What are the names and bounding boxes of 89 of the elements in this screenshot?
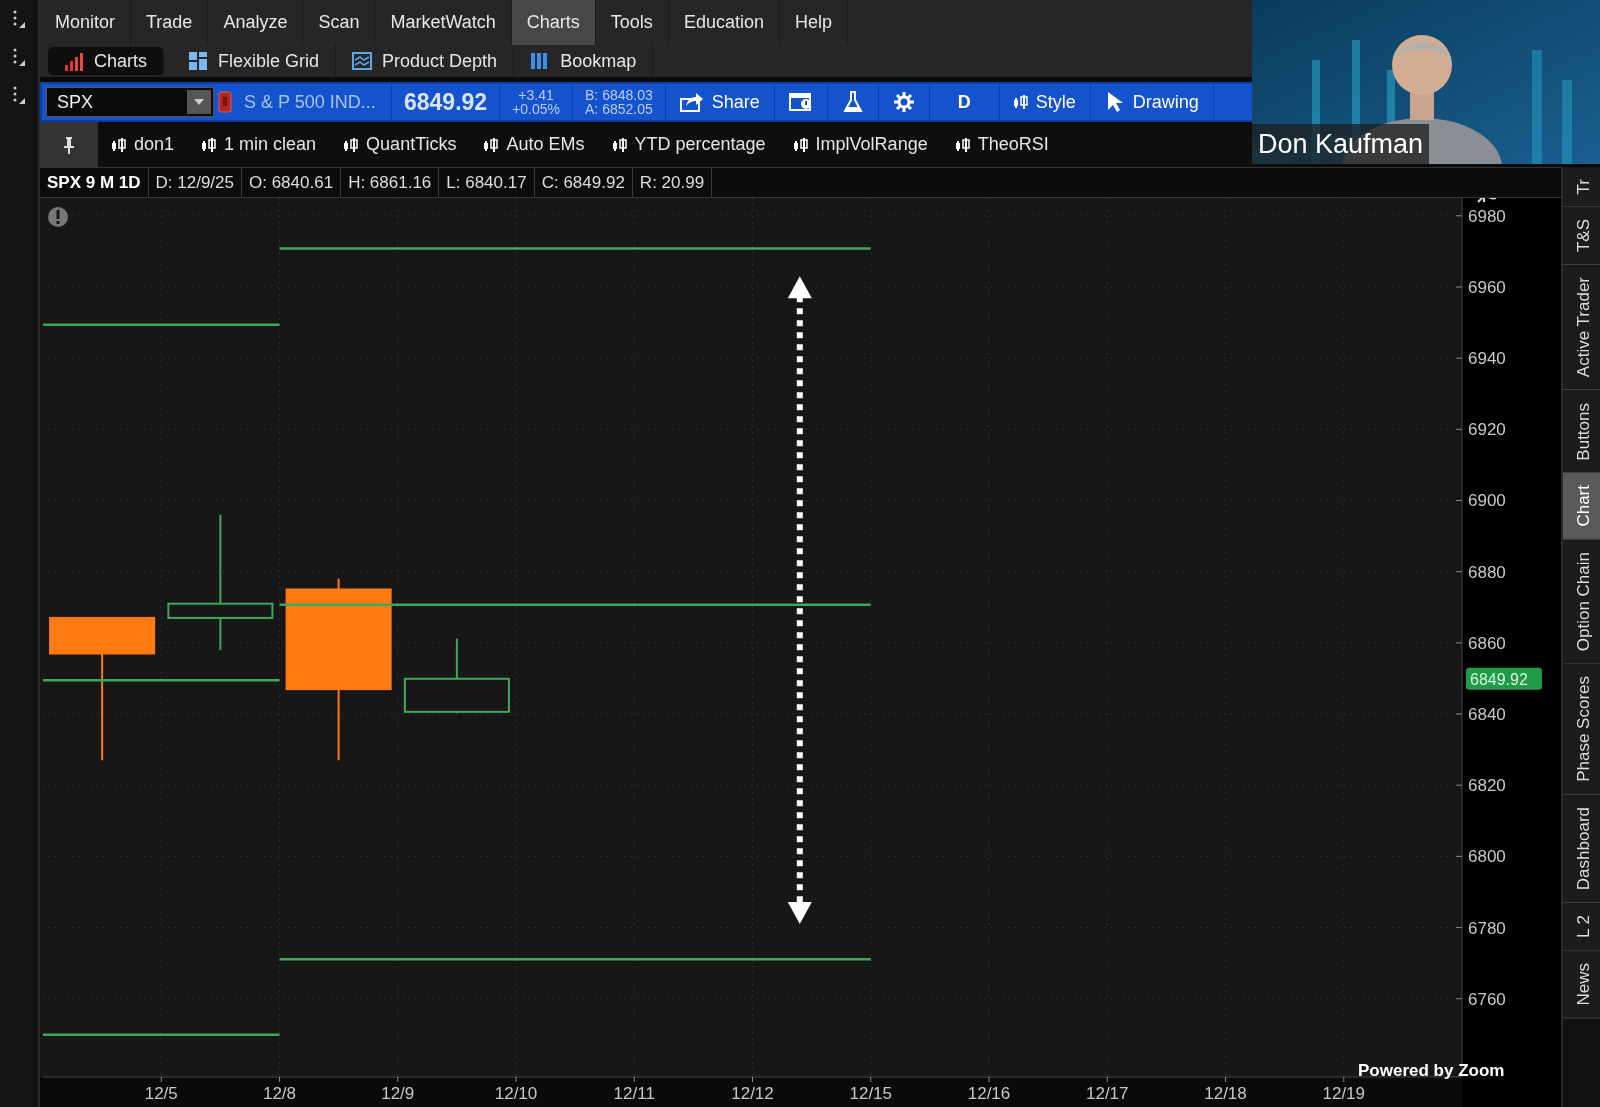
date-label: 12/17 bbox=[1086, 1084, 1129, 1103]
bid-ask-quote: B: 6848.03 bbox=[585, 88, 653, 102]
symbol-description: S & P 500 IND... bbox=[244, 90, 376, 114]
date-label: 12/10 bbox=[494, 1084, 538, 1103]
toolbar-button[interactable]: Share bbox=[665, 84, 775, 120]
side-tab[interactable]: Phase Scores bbox=[1563, 664, 1600, 795]
candlestick-icon bbox=[1013, 94, 1028, 110]
side-tab[interactable]: Active Trader bbox=[1563, 265, 1600, 391]
candlestick-icon bbox=[955, 136, 970, 153]
toolbar-button[interactable]: D bbox=[929, 84, 1000, 120]
study-button[interactable]: YTD percentage bbox=[598, 131, 780, 158]
zoom-caption: Powered by Zoom bbox=[1358, 1060, 1505, 1082]
price-label: 6900 bbox=[1468, 491, 1506, 511]
date-label: 12/15 bbox=[849, 1084, 892, 1103]
price-change: +3.41 bbox=[518, 88, 554, 102]
caret-icon bbox=[193, 97, 205, 107]
study-button[interactable]: don1 bbox=[98, 131, 189, 158]
info-icon[interactable] bbox=[48, 207, 68, 227]
flask-icon bbox=[841, 91, 864, 113]
symbol-field[interactable]: SPX bbox=[46, 87, 214, 117]
toolbar-button[interactable]: Style bbox=[999, 84, 1091, 120]
price-label: 6960 bbox=[1468, 277, 1506, 297]
grip-icon bbox=[11, 46, 27, 68]
depth-chart-icon bbox=[352, 51, 373, 71]
price-label: 6780 bbox=[1468, 918, 1506, 938]
bar-chart-icon bbox=[64, 51, 84, 71]
price-label: 6800 bbox=[1468, 847, 1506, 867]
date-label: 12/12 bbox=[731, 1084, 774, 1103]
candlestick-icon bbox=[612, 136, 627, 153]
date-label: 12/19 bbox=[1322, 1084, 1365, 1103]
settings-icon bbox=[892, 91, 915, 113]
date-label: 12/9 bbox=[381, 1084, 415, 1103]
grip-icon bbox=[11, 8, 27, 30]
calendar-alert-icon bbox=[788, 91, 813, 113]
price-label: 6760 bbox=[1468, 989, 1506, 1009]
toolbar-button[interactable]: Drawing bbox=[1090, 84, 1214, 120]
ohlc-field: L: 6840.17 bbox=[439, 168, 535, 197]
pin-button[interactable] bbox=[40, 122, 98, 167]
ohlc-field: C: 6849.92 bbox=[534, 168, 633, 197]
side-tab[interactable]: Tr bbox=[1563, 167, 1600, 208]
study-button[interactable]: 1 min clean bbox=[188, 131, 331, 158]
price-label: 6860 bbox=[1468, 633, 1506, 653]
price-badge: 6849.92 bbox=[1466, 667, 1542, 690]
candlestick-icon bbox=[484, 136, 499, 153]
date-label: 12/8 bbox=[262, 1084, 297, 1103]
study-button[interactable]: ImplVolRange bbox=[779, 131, 942, 158]
participant-name: Don Kaufman bbox=[1252, 123, 1430, 164]
side-tab[interactable]: News bbox=[1563, 951, 1600, 1019]
date-label: 12/5 bbox=[144, 1084, 178, 1103]
price-label: 6940 bbox=[1468, 349, 1506, 369]
side-tab[interactable]: Chart bbox=[1563, 473, 1600, 540]
candlestick-icon bbox=[793, 136, 808, 153]
grip-icon bbox=[11, 84, 27, 106]
pin-icon bbox=[63, 136, 75, 155]
app-tab[interactable]: Bookmap bbox=[514, 45, 654, 77]
price-label: 6840 bbox=[1468, 705, 1506, 724]
date-label: 12/18 bbox=[1204, 1084, 1247, 1103]
price-change: +0.05% bbox=[512, 102, 560, 116]
study-button[interactable]: TheoRSI bbox=[941, 131, 1063, 158]
share-icon bbox=[679, 91, 704, 113]
app-tab[interactable]: Charts bbox=[48, 47, 164, 75]
last-price: 6849.92 bbox=[404, 87, 488, 117]
price-label: 6920 bbox=[1468, 420, 1506, 440]
link-icon bbox=[218, 91, 232, 113]
candlestick-icon bbox=[202, 136, 217, 153]
side-tab[interactable]: Option Chain bbox=[1563, 539, 1600, 665]
menu-tab[interactable]: Charts bbox=[511, 0, 596, 45]
price-label: 6980 bbox=[1468, 206, 1506, 226]
candlestick-icon bbox=[344, 136, 359, 153]
ohlc-field: R: 20.99 bbox=[632, 168, 713, 197]
side-tab[interactable]: T&S bbox=[1563, 207, 1600, 266]
date-label: 12/16 bbox=[967, 1084, 1011, 1103]
price-label: 6880 bbox=[1468, 562, 1506, 582]
price-label: 6820 bbox=[1468, 776, 1506, 796]
date-label: 12/11 bbox=[613, 1084, 655, 1103]
ohlc-field: H: 6861.16 bbox=[341, 168, 440, 197]
side-tab[interactable]: Dashboard bbox=[1563, 794, 1600, 904]
dropdown-button[interactable] bbox=[187, 90, 211, 114]
ohlc-field: D: 12/9/25 bbox=[148, 168, 242, 197]
study-button[interactable]: Auto EMs bbox=[470, 131, 599, 158]
side-tab[interactable]: L 2 bbox=[1563, 903, 1600, 952]
ohlc-field: O: 6840.61 bbox=[242, 168, 342, 197]
bid-ask-quote: A: 6852.05 bbox=[585, 102, 653, 116]
app-tab[interactable]: Flexible Grid bbox=[172, 45, 337, 77]
app-tab[interactable]: Product Depth bbox=[336, 45, 515, 77]
candlestick-icon bbox=[112, 136, 126, 153]
grid-icon bbox=[188, 51, 208, 71]
study-button[interactable]: QuantTicks bbox=[330, 131, 471, 158]
side-tab[interactable]: Buttons bbox=[1563, 390, 1600, 474]
